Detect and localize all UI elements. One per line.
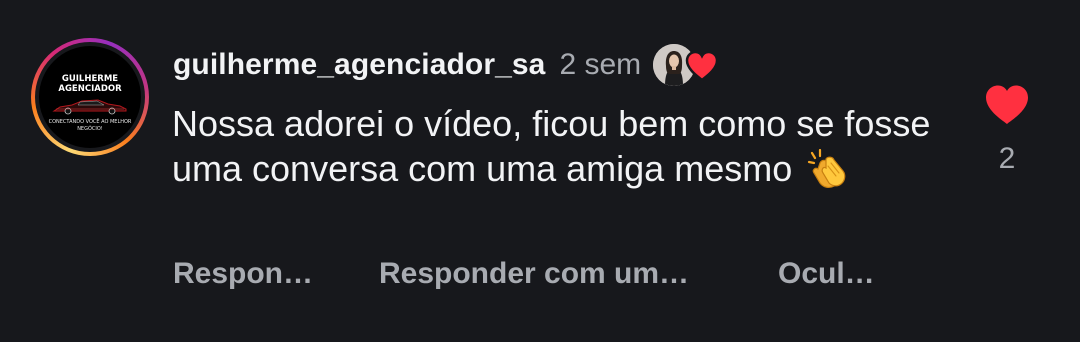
avatar-logo: GUILHERME AGENCIADOR CONECTANDO VOCÊ AO … [39, 46, 141, 148]
like-heart-icon[interactable] [984, 84, 1030, 126]
timestamp: 2 sem [559, 48, 642, 81]
logo-line1: GUILHERME [61, 74, 119, 84]
comment-header: guilherme_agenciador_sa 2 sem [173, 40, 719, 90]
comment-text: Nossa adorei o vídeo, ficou bem como se … [172, 101, 932, 191]
logo-title: GUILHERME AGENCIADOR [45, 74, 135, 94]
hide-button[interactable]: Ocul… [778, 253, 875, 295]
username[interactable]: guilherme_agenciador_sa [173, 48, 545, 82]
comment-item: GUILHERME AGENCIADOR CONECTANDO VOCÊ AO … [0, 0, 1080, 342]
reply-with-button[interactable]: Responder com um… [379, 253, 689, 295]
car-icon [52, 99, 127, 115]
reply-button[interactable]: Respon… [173, 253, 313, 295]
clapping-hands-icon [808, 149, 846, 189]
like-count: 2 [998, 142, 1016, 175]
avatar[interactable]: GUILHERME AGENCIADOR CONECTANDO VOCÊ AO … [31, 38, 149, 156]
creator-heart-icon [685, 50, 719, 82]
logo-tagline: CONECTANDO VOCÊ AO MELHOR NEGÓCIO! [48, 119, 132, 132]
creator-liked-badge [653, 42, 719, 88]
logo-line2: AGENCIADOR [58, 84, 122, 94]
avatar-ring-gap: GUILHERME AGENCIADOR CONECTANDO VOCÊ AO … [35, 42, 145, 152]
